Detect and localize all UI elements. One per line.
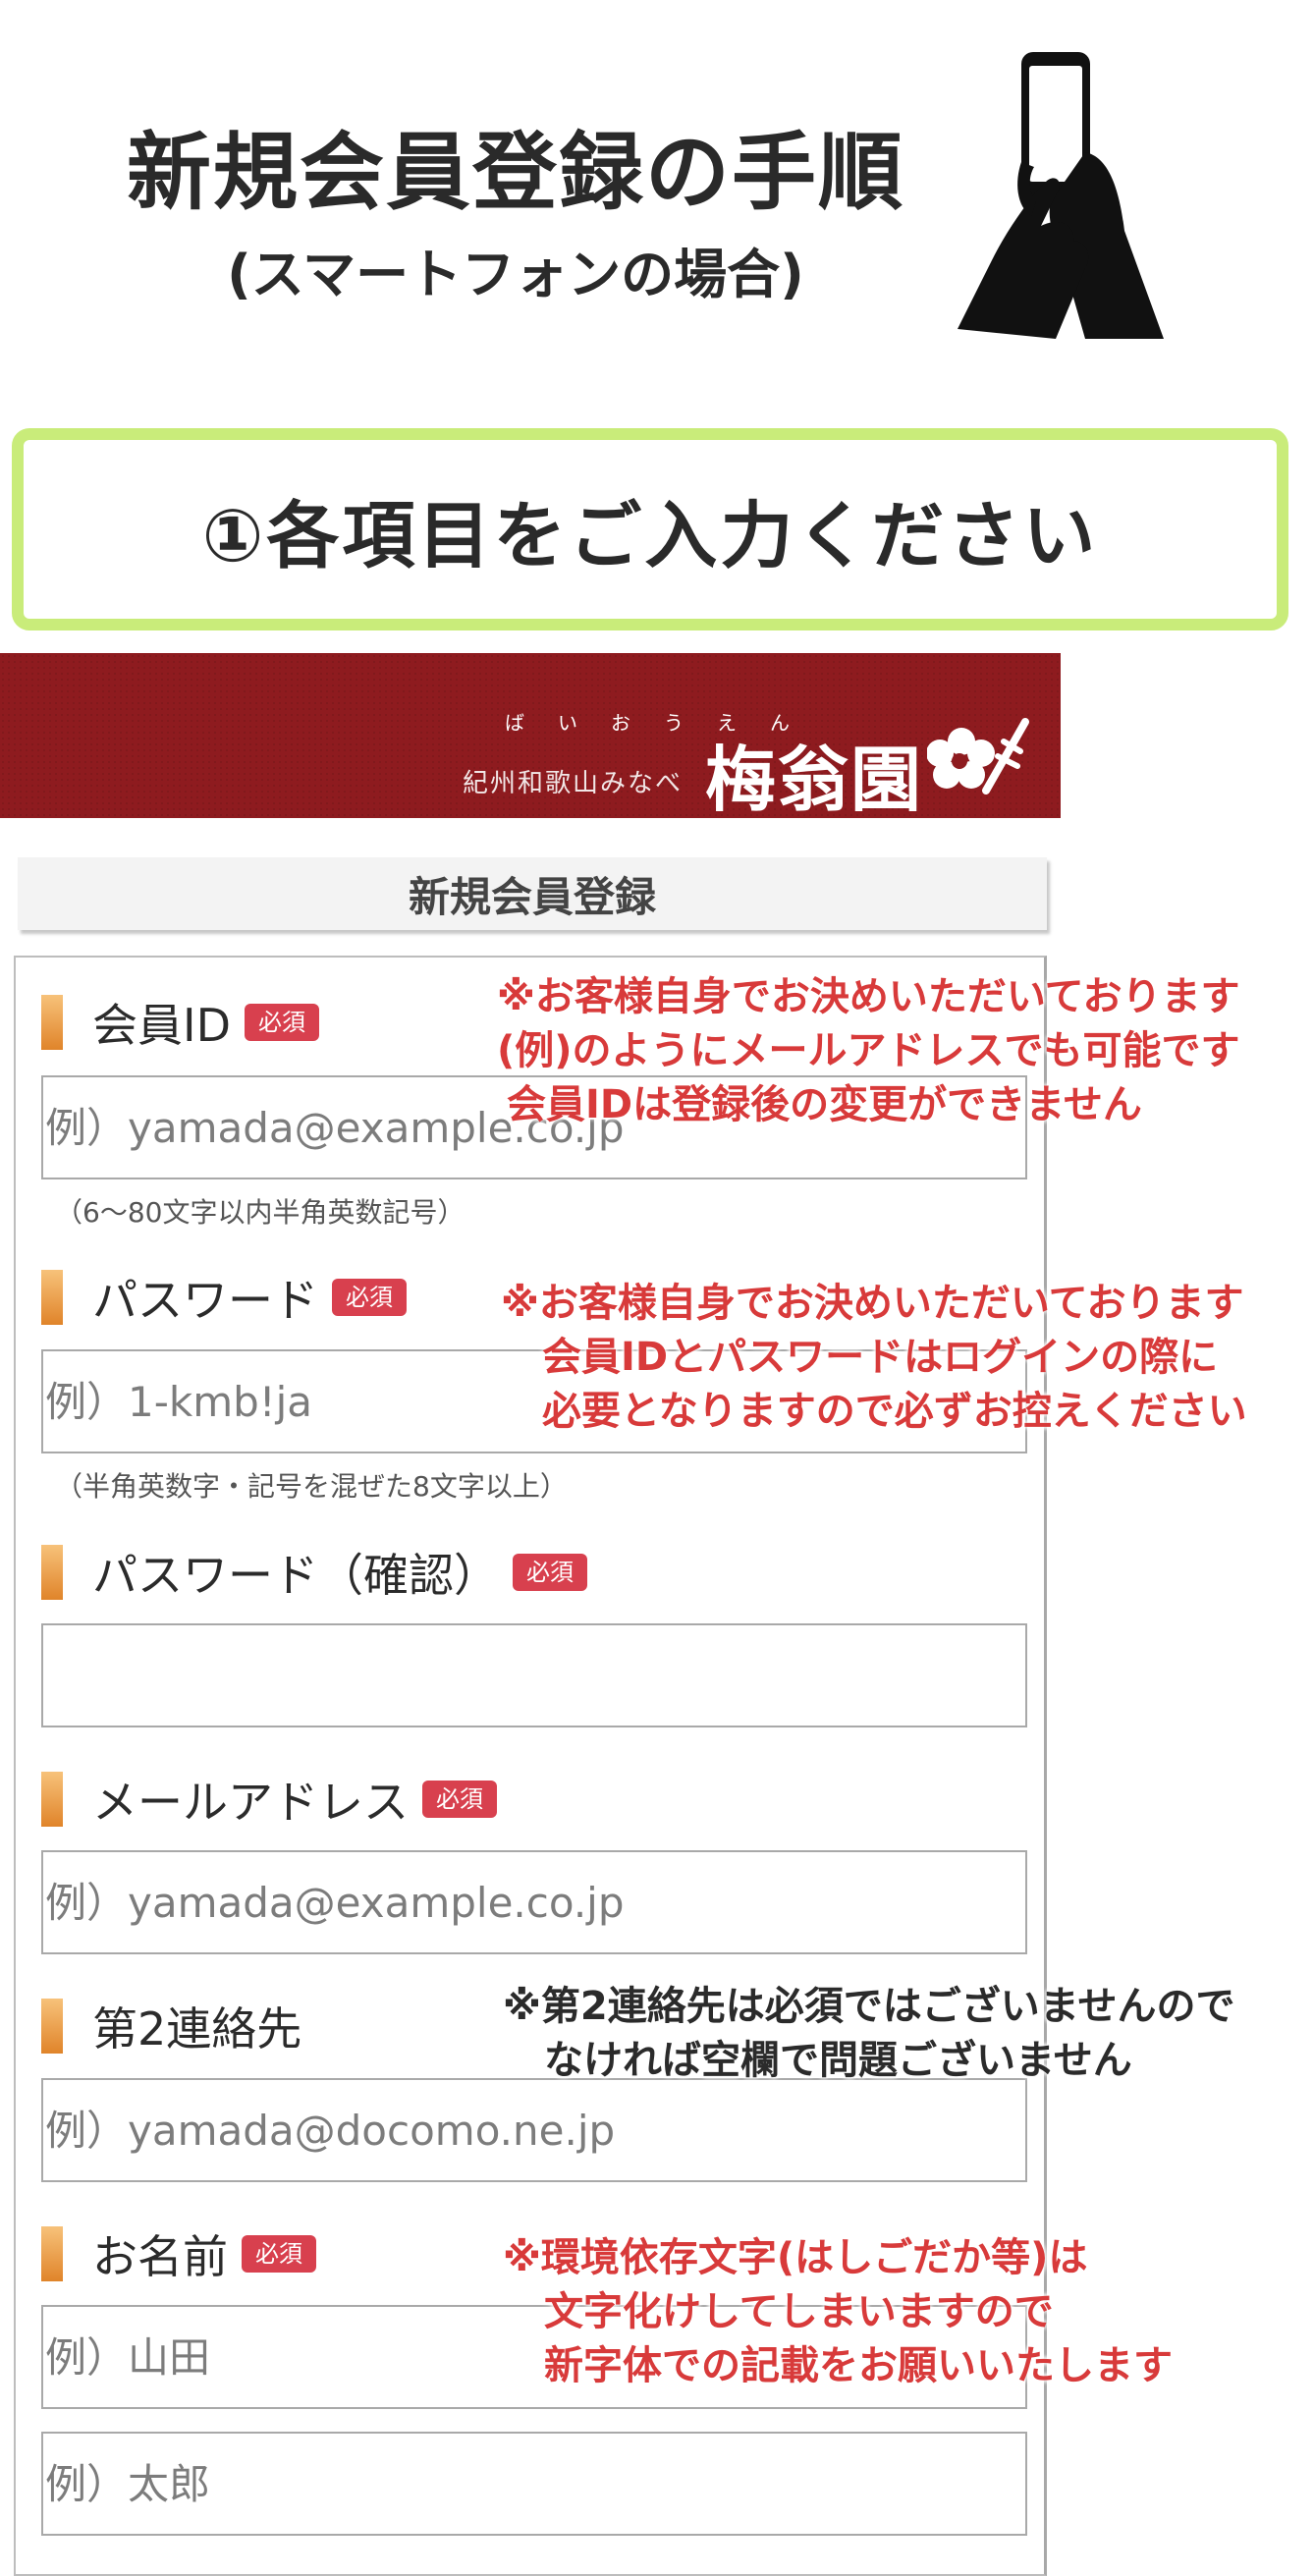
note-line: ※お客様自身でお決めいただいております	[501, 1281, 1244, 1326]
label-marker	[41, 1772, 63, 1827]
password-label: パスワード	[92, 1274, 318, 1327]
password-confirm-label-row: パスワード（確認） 必須	[41, 1543, 587, 1602]
label-marker	[41, 1545, 63, 1600]
label-marker	[41, 2226, 63, 2281]
note-member-id: ※お客様自身でお決めいただいております (例)のようにメールアドレスでも可能です…	[497, 970, 1240, 1132]
required-badge: 必須	[245, 1004, 319, 1041]
note-line: 会員IDは登録後の変更ができません	[507, 1082, 1142, 1127]
hand-holding-smartphone-icon	[958, 52, 1164, 339]
email-label: メールアドレス	[92, 1776, 409, 1829]
required-badge: 必須	[332, 1279, 407, 1316]
guide-title: 新規会員登録の手順	[127, 124, 904, 222]
name-label-row: お名前 必須	[41, 2224, 316, 2283]
password-label-row: パスワード 必須	[41, 1268, 407, 1327]
note-line: なければ空欄で問題ございません	[544, 2038, 1132, 2083]
second-contact-input[interactable]	[41, 2078, 1027, 2182]
note-line: ※第2連絡先は必須ではございませんので	[503, 1984, 1235, 2029]
password-confirm-input[interactable]	[41, 1623, 1027, 1727]
note-second-contact: ※第2連絡先は必須ではございませんので なければ空欄で問題ございません	[503, 1980, 1235, 2088]
label-marker	[41, 995, 63, 1050]
email-input[interactable]	[41, 1850, 1027, 1954]
first-name-input[interactable]	[41, 2432, 1027, 2536]
plum-blossom-logo-icon	[927, 718, 1029, 795]
required-badge: 必須	[422, 1781, 497, 1818]
required-badge: 必須	[242, 2235, 316, 2273]
password-confirm-label: パスワード（確認）	[92, 1549, 499, 1602]
email-label-row: メールアドレス 必須	[41, 1770, 497, 1829]
note-name: ※環境依存文字(はしごだか等)は 文字化けしてしまいますので 新字体での記載をお…	[503, 2231, 1173, 2393]
step-banner: ①各項目をご入力ください	[12, 428, 1288, 630]
note-password: ※お客様自身でお決めいただいております 会員IDとパスワードはログインの際に 必…	[501, 1277, 1247, 1439]
second-contact-label: 第2連絡先	[92, 2002, 302, 2055]
note-line: (例)のようにメールアドレスでも可能です	[497, 1028, 1240, 1073]
name-label: お名前	[92, 2230, 228, 2283]
member-id-hint: （6～80文字以内半角英数記号）	[55, 1196, 465, 1229]
note-line: ※お客様自身でお決めいただいております	[497, 974, 1240, 1019]
member-id-label: 会員ID	[92, 999, 231, 1052]
note-line: ※環境依存文字(はしごだか等)は	[503, 2235, 1088, 2280]
required-badge: 必須	[513, 1554, 587, 1591]
guide-subtitle: (スマートフォンの場合)	[227, 244, 804, 305]
note-line: 必要となりますので必ずお控えください	[542, 1389, 1247, 1434]
second-contact-label-row: 第2連絡先	[41, 1997, 301, 2055]
shop-tagline: 紀州和歌山みなべ	[462, 769, 683, 798]
label-marker	[41, 1270, 63, 1325]
note-line: 会員IDとパスワードはログインの際に	[542, 1335, 1219, 1380]
label-marker	[41, 1999, 63, 2054]
page-title: 新規会員登録	[18, 857, 1047, 930]
member-id-label-row: 会員ID 必須	[41, 993, 319, 1052]
password-hint: （半角英数字・記号を混ぜた8文字以上）	[55, 1470, 568, 1503]
shop-header: 紀州和歌山みなべ ばいおうえん 梅翁園	[0, 653, 1061, 821]
note-line: 文字化けしてしまいますので	[544, 2289, 1054, 2334]
shop-name: 梅翁園	[704, 738, 923, 821]
note-line: 新字体での記載をお願いいたします	[544, 2343, 1173, 2388]
